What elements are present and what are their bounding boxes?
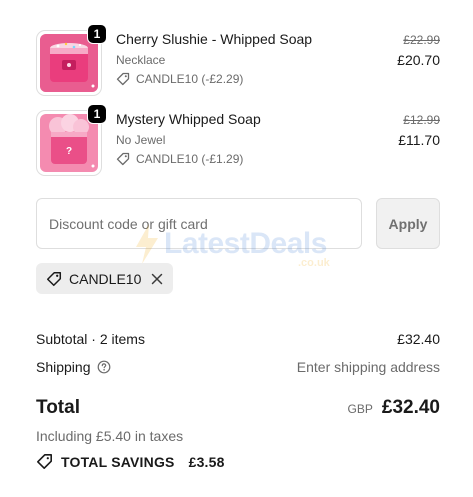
item-discount-text: CANDLE10 (-£2.29) [136, 72, 244, 86]
item-price: £11.70 [398, 132, 440, 148]
tag-icon [116, 152, 130, 166]
item-variant: No Jewel [116, 133, 166, 147]
shipping-label: Shipping [36, 359, 91, 375]
subtotal-row: Subtotal · 2 items £32.40 [36, 330, 440, 348]
watermark-text: LatestDeals [164, 227, 327, 260]
item-name: Mystery Whipped Soap [116, 111, 261, 127]
currency-code: GBP [347, 402, 373, 416]
subtotal-value: £32.40 [397, 331, 440, 347]
quantity-badge: 1 [87, 104, 107, 124]
watermark-subtext: .co.uk [298, 257, 330, 269]
taxes-note: Including £5.40 in taxes [36, 428, 184, 444]
compare-at-price: £22.99 [403, 33, 440, 47]
savings-label: TOTAL SAVINGS [61, 453, 175, 470]
item-discount: CANDLE10 (-£1.29) [116, 152, 243, 166]
watermark: LatestDeals .co.uk [134, 224, 330, 269]
product-thumbnail: ? 1 [36, 104, 107, 176]
applied-discount-chip: CANDLE10 [36, 263, 174, 294]
total-label: Total [36, 397, 80, 418]
line-item: ? 1 Mystery Whipped Soap No Jewel CANDLE… [36, 104, 440, 176]
compare-at-price: £12.99 [403, 113, 440, 127]
quantity-badge: 1 [87, 24, 107, 44]
item-discount-text: CANDLE10 (-£1.29) [136, 152, 244, 166]
tag-icon [46, 271, 62, 286]
total-row: Total GBP £32.40 [36, 395, 440, 421]
lightning-icon [136, 224, 158, 264]
shipping-value: Enter shipping address [296, 359, 440, 375]
savings-tag-icon [37, 454, 52, 469]
product-thumbnail: 1 [36, 24, 107, 96]
savings-value: £3.58 [188, 453, 225, 470]
remove-discount-button[interactable] [151, 273, 163, 285]
shipping-row: Shipping Enter shipping address [36, 358, 440, 376]
tag-icon [116, 72, 130, 86]
close-icon [152, 273, 163, 284]
help-icon[interactable] [97, 360, 111, 374]
applied-discount-code: CANDLE10 [69, 270, 142, 287]
svg-text:?: ? [66, 146, 72, 157]
subtotal-label: Subtotal · 2 items [36, 331, 145, 347]
total-savings: TOTAL SAVINGS £3.58 [36, 453, 225, 470]
item-price: £20.70 [397, 52, 440, 68]
apply-discount-button[interactable]: Apply [376, 198, 440, 249]
total-amount: £32.40 [381, 397, 440, 418]
shipping-label-group: Shipping [36, 359, 111, 375]
line-item: 1 Cherry Slushie - Whipped Soap Necklace… [36, 24, 440, 96]
item-name: Cherry Slushie - Whipped Soap [116, 31, 313, 47]
total-amount-group: GBP £32.40 [348, 397, 440, 419]
item-variant: Necklace [116, 53, 166, 67]
item-discount: CANDLE10 (-£2.29) [116, 72, 243, 86]
